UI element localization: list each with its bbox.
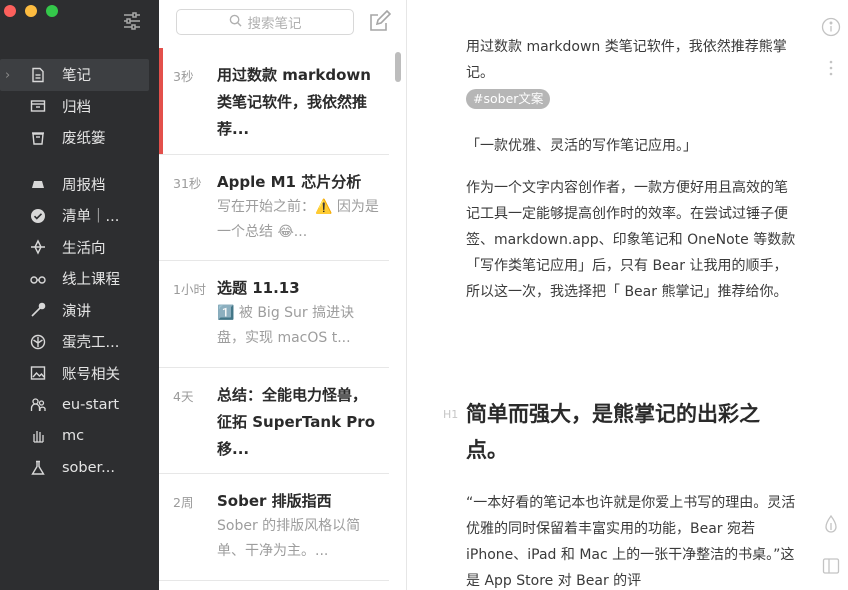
sidebar-item-label: 废纸篓 (62, 131, 106, 148)
sidebar-item-label: eu-start (62, 396, 120, 413)
sidebar-item-label: 笔记 (62, 68, 91, 85)
archive-icon (30, 98, 46, 114)
sparkle-icon (30, 239, 46, 255)
sidebar-item-tag[interactable]: eu-start (0, 389, 159, 421)
sidebar-nav: › 笔记 归档 废纸篓 周报档 清单｜... 生活向 线上课程 演讲 蛋壳工..… (0, 59, 159, 484)
heading-level-marker: H1 (443, 408, 459, 421)
check-circle-icon (30, 208, 46, 224)
sidebar-item-tag[interactable]: 账号相关 (0, 358, 159, 390)
note-title: 用过数款 markdown 类笔记软件，我依然推荐... (217, 66, 371, 138)
note-tag[interactable]: #sober文案 (466, 89, 551, 109)
search-placeholder: 搜索笔记 (247, 16, 302, 32)
sidebar-item-label: 生活向 (62, 240, 106, 257)
info-icon[interactable] (821, 17, 841, 37)
flask-icon (30, 460, 46, 476)
window-controls (4, 5, 58, 17)
sidebar: › 笔记 归档 废纸篓 周报档 清单｜... 生活向 线上课程 演讲 蛋壳工..… (0, 0, 159, 590)
sidebar-item-tag[interactable]: 周报档 (0, 169, 159, 201)
sidebar-item-label: 清单｜... (62, 209, 120, 226)
sidebar-item-trash[interactable]: 废纸篓 (0, 122, 159, 154)
people-icon (30, 397, 46, 413)
zoom-window-button[interactable] (46, 5, 58, 17)
sidebar-item-tag[interactable]: 清单｜... (0, 200, 159, 232)
sidebar-item-label: 演讲 (62, 303, 91, 320)
sidebar-item-tag[interactable]: sober... (0, 452, 159, 484)
note-icon (30, 67, 46, 83)
section-heading: 简单而强大，是熊掌记的出彩之点。 (466, 402, 760, 462)
image-icon (30, 365, 46, 381)
sidebar-item-tag[interactable]: mc (0, 421, 159, 453)
sidebar-item-notes[interactable]: › 笔记 (0, 59, 149, 91)
sliders-icon[interactable] (121, 10, 143, 32)
close-window-button[interactable] (4, 5, 16, 17)
search-input[interactable]: 搜索笔记 (176, 9, 354, 35)
sidebar-item-archive[interactable]: 归档 (0, 91, 159, 123)
sidebar-item-label: sober... (62, 459, 116, 476)
sidebar-item-label: 蛋壳工... (62, 335, 120, 352)
chevron-right-icon[interactable]: › (5, 68, 10, 83)
mic-icon (30, 302, 46, 318)
panel-icon[interactable] (821, 556, 841, 576)
sidebar-item-label: 线上课程 (62, 272, 120, 289)
body-paragraph: “一本好看的笔记本也许就是你爱上书写的理由。灵活优雅的同时保留着丰富实用的功能，… (466, 495, 796, 589)
shield-icon (30, 334, 46, 350)
note-snippet: 1️⃣ 被 Big Sur 搞进诀盘，实现 macOS t... (217, 305, 355, 346)
note-time: 31秒 (173, 175, 202, 191)
sidebar-item-label: 归档 (62, 99, 91, 116)
note-editor[interactable]: 用过数款 markdown 类笔记软件，我依然推荐熊掌记。 #sober文案 「… (407, 0, 848, 590)
more-icon[interactable] (821, 58, 841, 78)
quote-paragraph: 「一款优雅、灵活的写作笔记应用。」 (466, 138, 697, 154)
note-snippet: Sober 的排版风格以简单、干净为主。... (217, 518, 361, 559)
search-icon (229, 14, 242, 31)
note-time: 3秒 (173, 69, 194, 84)
note-list-item[interactable]: 31秒 Apple M1 芯片分析 写在开始之前：⚠️ 因为是一个总结 😂... (159, 155, 389, 261)
sidebar-item-label: 账号相关 (62, 366, 120, 383)
sidebar-item-tag[interactable]: 演讲 (0, 295, 159, 327)
body-paragraph: 作为一个文字内容创作者，一款方便好用且高效的笔记工具一定能够提高创作时的效率。在… (466, 180, 796, 300)
note-title: 总结：全能电力怪兽，征拓 SuperTank Pro 移... (217, 385, 376, 458)
sidebar-item-tag[interactable]: 生活向 (0, 232, 159, 264)
intro-paragraph: 用过数款 markdown 类笔记软件，我依然推荐熊掌记。 (466, 39, 787, 81)
note-title: 选题 11.13 (217, 279, 300, 297)
sidebar-item-tag[interactable]: 线上课程 (0, 263, 159, 295)
note-list-item[interactable]: 4天 总结：全能电力怪兽，征拓 SuperTank Pro 移... (159, 368, 389, 474)
note-list-item[interactable]: 3秒 用过数款 markdown 类笔记软件，我依然推荐... (159, 48, 389, 155)
sidebar-item-label: 周报档 (62, 177, 106, 194)
note-time: 1小时 (173, 282, 206, 297)
hat-icon (30, 176, 46, 192)
note-list-item[interactable]: 1小时 选题 11.13 1️⃣ 被 Big Sur 搞进诀盘，实现 macOS… (159, 261, 389, 368)
hand-icon (30, 428, 46, 444)
note-snippet: 写在开始之前：⚠️ 因为是一个总结 😂... (217, 198, 379, 240)
compose-icon[interactable] (367, 9, 392, 34)
sidebar-item-label: mc (62, 428, 85, 445)
sidebar-item-tag[interactable]: 蛋壳工... (0, 326, 159, 358)
note-title: Sober 排版指西 (217, 492, 332, 510)
minimize-window-button[interactable] (25, 5, 37, 17)
note-list-panel: 搜索笔记 3秒 用过数款 markdown 类笔记软件，我依然推荐... 31秒… (159, 0, 407, 590)
note-time: 2周 (173, 495, 194, 510)
note-time: 4天 (173, 388, 194, 404)
trash-icon (30, 130, 46, 146)
note-title: Apple M1 芯片分析 (217, 172, 362, 191)
note-list-item[interactable]: 2周 Sober 排版指西 Sober 的排版风格以简单、干净为主。... (159, 474, 389, 581)
pen-icon[interactable] (821, 514, 841, 534)
note-list: 3秒 用过数款 markdown 类笔记软件，我依然推荐... 31秒 Appl… (159, 48, 389, 581)
note-list-scrollbar[interactable] (395, 52, 401, 82)
editor-content[interactable]: 用过数款 markdown 类笔记软件，我依然推荐熊掌记。 #sober文案 「… (466, 34, 796, 305)
glasses-icon (30, 271, 46, 287)
